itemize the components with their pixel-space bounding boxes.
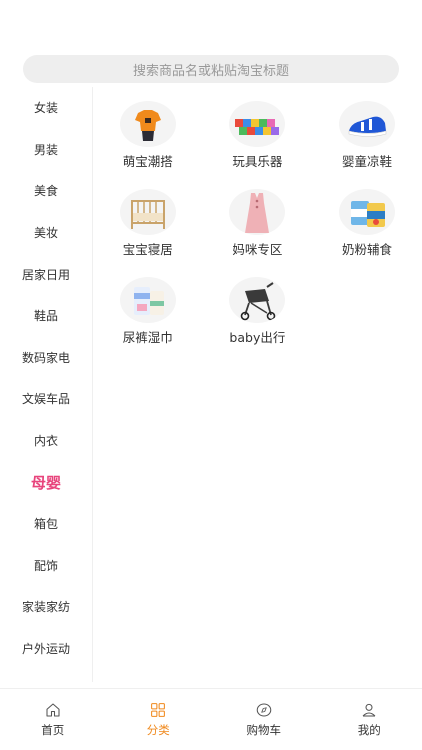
- category-formula-food[interactable]: 奶粉辅食: [312, 189, 422, 277]
- sidebar-item-label: 家装家纺: [21, 600, 70, 615]
- tab-label: 分类: [146, 723, 170, 737]
- crib-icon: [119, 189, 176, 235]
- sidebar-item-accessories[interactable]: 配饰: [0, 545, 92, 587]
- diaper-pack-icon: [119, 277, 176, 323]
- sidebar-item-label: 母婴: [30, 473, 61, 492]
- sandal-icon: [338, 101, 395, 147]
- sidebar-item-home-textile[interactable]: 家装家纺: [0, 586, 92, 628]
- baby-clothes-icon: [119, 101, 176, 147]
- search-placeholder: 搜索商品名或粘贴淘宝标题: [132, 63, 289, 79]
- category-baby-travel[interactable]: baby出行: [203, 277, 313, 365]
- category-label: baby出行: [229, 330, 286, 345]
- category-label: 宝宝寝居: [122, 242, 173, 257]
- maternity-dress-icon: [229, 189, 286, 235]
- search-input[interactable]: 搜索商品名或粘贴淘宝标题: [23, 55, 399, 83]
- sidebar-item-label: 户外运动: [21, 642, 70, 657]
- sidebar-item-label: 美食: [33, 184, 58, 199]
- category-label: 萌宝潮搭: [122, 154, 173, 169]
- bottom-tab-bar: 首页 分类 购物车 我的: [0, 688, 422, 750]
- tab-label: 购物车: [246, 723, 282, 737]
- category-baby-sleep[interactable]: 宝宝寝居: [93, 189, 203, 277]
- sidebar-item-label: 居家日用: [21, 267, 70, 282]
- category-label: 奶粉辅食: [341, 242, 392, 257]
- tab-category[interactable]: 分类: [106, 689, 212, 750]
- sidebar-item-label: 数码家电: [21, 350, 70, 365]
- tab-label: 首页: [41, 723, 65, 737]
- category-grid-icon: [151, 703, 166, 717]
- sidebar-item-underwear[interactable]: 内衣: [0, 420, 92, 462]
- sidebar-item-mother-baby[interactable]: 母婴: [0, 461, 92, 503]
- category-label: 婴童凉鞋: [341, 154, 392, 169]
- tab-cart[interactable]: 购物车: [211, 689, 317, 750]
- compass-cart-icon: [256, 703, 272, 717]
- sidebar-item-label: 文娱车品: [21, 392, 70, 407]
- tab-label: 我的: [357, 723, 381, 737]
- sidebar-item-home-daily[interactable]: 居家日用: [0, 253, 92, 295]
- formula-can-icon: [338, 189, 395, 235]
- stroller-icon: [229, 277, 286, 323]
- toy-blocks-icon: [229, 101, 286, 147]
- category-mommy-zone[interactable]: 妈咪专区: [203, 189, 313, 277]
- sidebar-item-women[interactable]: 女装: [0, 87, 92, 129]
- sidebar-item-label: 美妆: [33, 226, 58, 241]
- sidebar-item-label: 男装: [33, 142, 58, 157]
- sidebar-item-label: 内衣: [33, 434, 58, 449]
- category-label: 妈咪专区: [232, 242, 283, 257]
- sidebar-item-outdoor[interactable]: 户外运动: [0, 628, 92, 670]
- tab-home[interactable]: 首页: [0, 689, 106, 750]
- sidebar-item-bags[interactable]: 箱包: [0, 503, 92, 545]
- home-icon: [46, 703, 60, 717]
- sidebar-item-beauty[interactable]: 美妆: [0, 212, 92, 254]
- category-diapers-wipes[interactable]: 尿裤湿巾: [93, 277, 203, 365]
- category-sidebar: 女装 男装 美食 美妆 居家日用 鞋品 数码家电 文娱车品 内衣 母婴 箱包 配…: [0, 87, 93, 682]
- sidebar-item-label: 鞋品: [33, 309, 58, 324]
- sidebar-item-men[interactable]: 男装: [0, 129, 92, 171]
- user-icon: [362, 703, 376, 717]
- sidebar-item-food[interactable]: 美食: [0, 170, 92, 212]
- sidebar-item-entertainment-car[interactable]: 文娱车品: [0, 378, 92, 420]
- category-toys[interactable]: 玩具乐器: [203, 101, 313, 189]
- category-label: 尿裤湿巾: [122, 330, 173, 345]
- sidebar-item-digital[interactable]: 数码家电: [0, 337, 92, 379]
- category-kids-sandals[interactable]: 婴童凉鞋: [312, 101, 422, 189]
- subcategory-grid: 萌宝潮搭 玩具乐器 婴童凉鞋 宝宝寝居 妈咪专区 奶粉辅食 尿裤湿巾 baby出…: [93, 101, 422, 365]
- sidebar-item-label: 配饰: [33, 558, 58, 573]
- sidebar-item-shoes[interactable]: 鞋品: [0, 295, 92, 337]
- sidebar-item-label: 箱包: [33, 517, 58, 532]
- search-bar-container[interactable]: 搜索商品名或粘贴淘宝标题: [23, 55, 399, 83]
- category-baby-outfits[interactable]: 萌宝潮搭: [93, 101, 203, 189]
- tab-profile[interactable]: 我的: [317, 689, 422, 750]
- sidebar-item-label: 女装: [33, 101, 58, 116]
- category-label: 玩具乐器: [232, 154, 283, 169]
